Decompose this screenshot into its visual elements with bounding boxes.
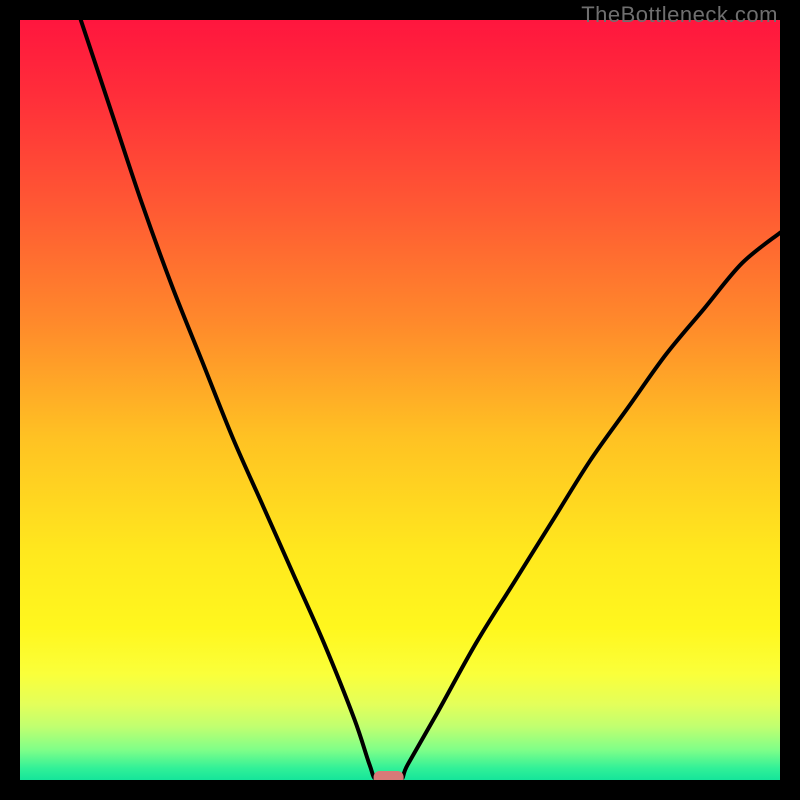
chart-frame (20, 20, 780, 780)
watermark-text: TheBottleneck.com (581, 2, 778, 28)
bottleneck-chart (20, 20, 780, 780)
optimal-marker (374, 771, 404, 780)
gradient-background (20, 20, 780, 780)
